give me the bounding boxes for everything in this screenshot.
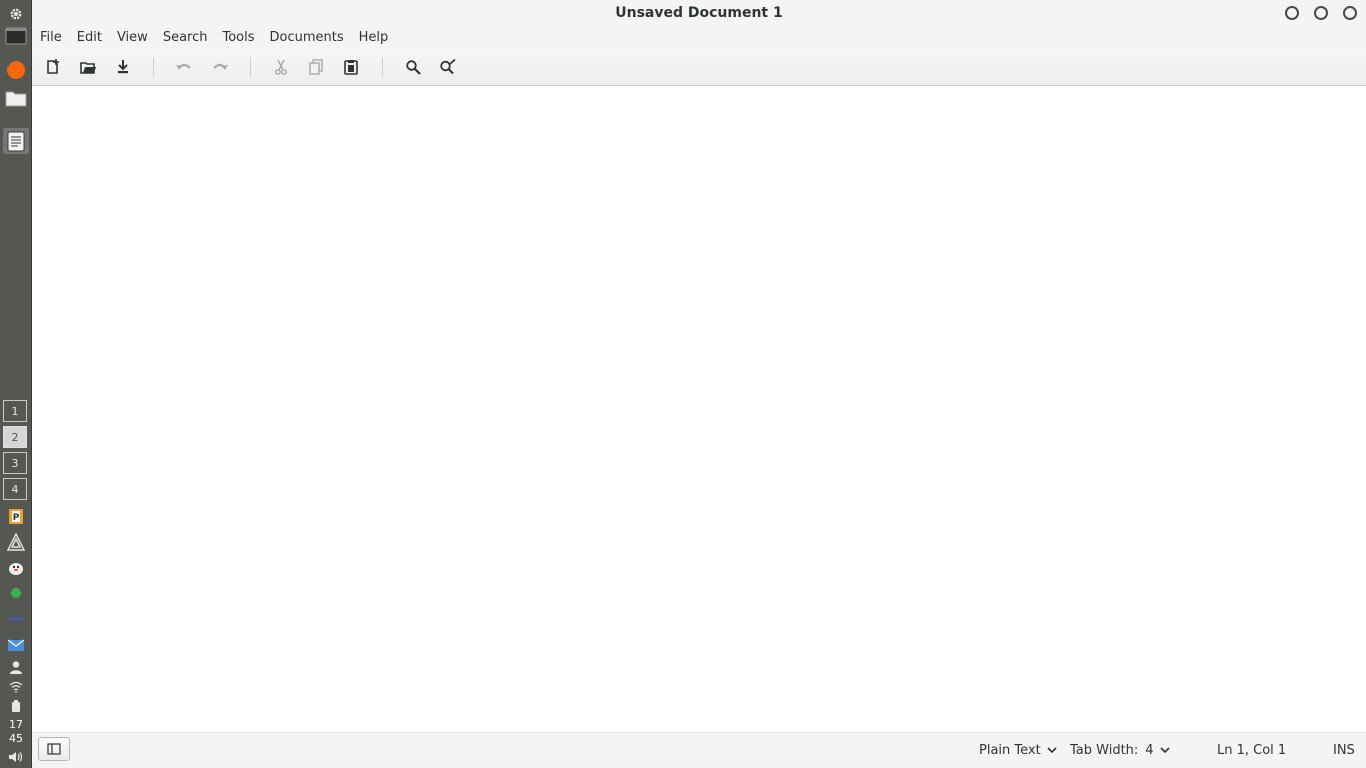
workspace-2[interactable]: 2	[3, 426, 27, 448]
svg-text:P: P	[13, 513, 20, 523]
workspace-1[interactable]: 1	[3, 400, 27, 422]
status-bar: Plain Text Tab Width: 4 Ln 1, Col 1 INS	[32, 732, 1366, 768]
title-bar: Unsaved Document 1	[32, 0, 1366, 26]
app-launcher-icon[interactable]	[3, 529, 29, 555]
tab-width-label: Tab Width:	[1070, 742, 1139, 758]
search-icon[interactable]	[401, 55, 425, 79]
minimize-button[interactable]	[1285, 6, 1299, 20]
tab-width-selector[interactable]: Tab Width: 4	[1070, 733, 1170, 767]
text-editor-area[interactable]	[32, 86, 1366, 733]
language-selector[interactable]: Plain Text	[979, 733, 1057, 767]
chevron-down-icon	[1160, 746, 1170, 753]
menu-view[interactable]: View	[109, 26, 155, 49]
clipboard-manager-icon[interactable]: P	[3, 503, 29, 529]
keyboard-layout-icon[interactable]	[3, 606, 29, 632]
firefox-icon[interactable]	[3, 57, 29, 83]
menu-documents[interactable]: Documents	[262, 26, 351, 49]
text-editor-icon[interactable]	[3, 128, 29, 154]
paste-icon[interactable]	[339, 55, 363, 79]
terminal-icon[interactable]	[3, 23, 29, 49]
penguin-icon[interactable]	[3, 555, 29, 581]
undo-icon[interactable]	[172, 55, 196, 79]
window-title: Unsaved Document 1	[615, 5, 783, 21]
redo-icon[interactable]	[208, 55, 232, 79]
files-folder-icon[interactable]	[3, 85, 29, 111]
save-document-icon[interactable]	[111, 55, 135, 79]
toolbar-separator	[153, 57, 154, 77]
language-label: Plain Text	[979, 742, 1041, 758]
workspace-4[interactable]: 4	[3, 478, 27, 500]
side-panel-icon	[47, 743, 61, 755]
cut-icon[interactable]	[269, 55, 293, 79]
clock-hour: 17	[9, 718, 23, 731]
toolbar	[32, 49, 1366, 86]
toolbar-separator	[382, 57, 383, 77]
copy-icon[interactable]	[304, 55, 328, 79]
menu-help[interactable]: Help	[351, 26, 396, 49]
clock-minute: 45	[9, 732, 23, 745]
open-document-icon[interactable]	[76, 55, 100, 79]
dock: 1 2 3 4 P 17 45	[0, 0, 32, 768]
toggle-side-panel-button[interactable]	[38, 737, 70, 761]
workspace-3[interactable]: 3	[3, 452, 27, 474]
tab-width-value: 4	[1145, 742, 1154, 758]
find-replace-icon[interactable]	[436, 55, 460, 79]
toolbar-separator	[250, 57, 251, 77]
close-button[interactable]	[1343, 6, 1357, 20]
cursor-position: Ln 1, Col 1	[1217, 742, 1287, 758]
menu-tools[interactable]: Tools	[214, 26, 261, 49]
menu-file[interactable]: File	[32, 26, 69, 49]
menu-search[interactable]: Search	[155, 26, 215, 49]
battery-icon[interactable]	[3, 693, 29, 719]
new-document-icon[interactable]	[41, 55, 65, 79]
menu-bar: File Edit View Search Tools Documents He…	[32, 26, 1366, 49]
menu-edit[interactable]: Edit	[69, 26, 109, 49]
insert-mode-indicator: INS	[1333, 742, 1355, 758]
maximize-button[interactable]	[1314, 6, 1328, 20]
volume-icon[interactable]	[3, 747, 29, 767]
status-indicator-icon	[3, 580, 29, 606]
chevron-down-icon	[1047, 746, 1057, 753]
